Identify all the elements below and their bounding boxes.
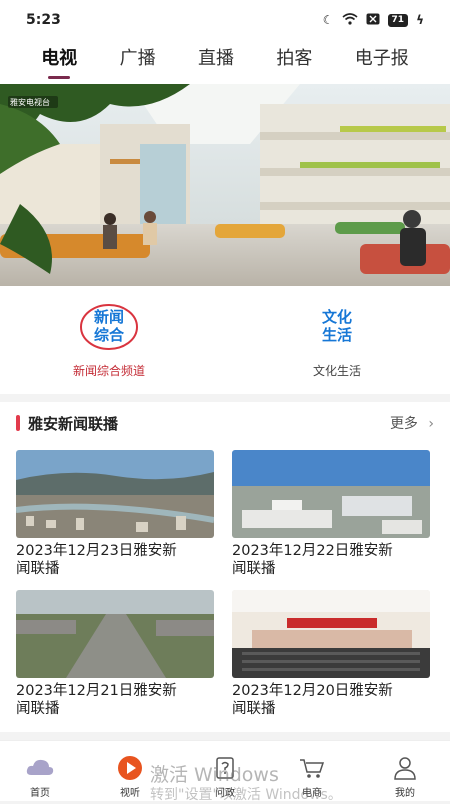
nav-mine-label: 我的 [395,788,415,799]
hero-image [0,84,450,286]
nav-home[interactable]: 首页 [10,755,70,799]
hero-banner[interactable]: 雅安电视台 [0,84,450,286]
channel-panel: 新闻 综合 新闻综合频道 文化 生活 文化生活 [0,286,450,394]
top-tabs: 电视 广播 直播 拍客 电子报 [0,40,450,84]
news-card[interactable]: 2023年12月23日雅安新 闻联播 [16,450,214,578]
watermark-line1: 激活 Windows [150,764,279,786]
news-card-title-line1: 2023年12月21日雅安新 [16,683,177,699]
watermark-line2: 转到"设置"以激活 Windows。 [150,787,342,803]
tab-paike[interactable]: 拍客 [276,40,312,70]
news-card-title-line1: 2023年12月23日雅安新 [16,543,177,559]
cart-icon [297,755,327,781]
play-icon [115,755,145,781]
news-card-title-line2: 闻联播 [232,701,276,717]
news-card-title-line2: 闻联播 [16,701,60,717]
news-card[interactable]: 2023年12月21日雅安新 闻联播 [16,590,214,718]
user-icon [390,755,420,781]
channel-culture[interactable]: 文化 生活 文化生活 [262,302,412,379]
more-label: 更多 [389,416,418,432]
status-bar: 5:23 ☾ 71 ϟ [0,0,450,40]
culture-logo: 文化 生活 [307,302,367,352]
chevron-right-icon: › [428,416,434,432]
news-card-title: 2023年12月21日雅安新 闻联播 [16,682,214,718]
news-card-title-line2: 闻联播 [16,561,60,577]
channel-news-name: 新闻综合频道 [72,364,145,378]
news-card-title-line2: 闻联播 [232,561,276,577]
tab-epaper[interactable]: 电子报 [355,40,409,70]
channel-culture-name: 文化生活 [312,364,361,378]
culture-logo-line1: 文化 [321,308,352,326]
tab-radio[interactable]: 广播 [120,40,156,70]
news-logo-line2: 综合 [93,326,124,344]
news-section: 雅安新闻联播 更多 › 2023年12月23日雅安新 闻联播 2023年12月2… [0,402,450,732]
hero-badge: 雅安电视台 [10,98,50,107]
news-thumbnail [16,590,214,678]
status-time: 5:23 [26,12,61,28]
cloud-icon [25,755,55,781]
news-card[interactable]: 2023年12月20日雅安新 闻联播 [232,590,430,718]
news-thumbnail [232,450,430,538]
charging-icon: ϟ [416,13,424,27]
news-logo-line1: 新闻 [93,308,124,326]
news-card-title: 2023年12月22日雅安新 闻联播 [232,542,430,578]
battery-icon: 71 [387,13,409,27]
news-thumbnail [16,450,214,538]
news-card-title-line1: 2023年12月20日雅安新 [232,683,393,699]
culture-logo-line2: 生活 [321,326,352,344]
nav-home-label: 首页 [30,788,50,799]
news-card[interactable]: 2023年12月22日雅安新 闻联播 [232,450,430,578]
news-logo: 新闻 综合 [79,302,139,352]
nav-media-label: 视听 [120,788,140,799]
news-card-title: 2023年12月23日雅安新 闻联播 [16,542,214,578]
tab-live[interactable]: 直播 [198,40,234,70]
section-title: 雅安新闻联播 [16,413,118,434]
more-link[interactable]: 更多 › [390,413,434,433]
section-accent [16,415,20,431]
news-card-title-line1: 2023年12月22日雅安新 [232,543,393,559]
wifi-icon [342,12,358,28]
tab-tv[interactable]: 电视 [41,40,77,70]
news-thumbnail [232,590,430,678]
news-card-title: 2023年12月20日雅安新 闻联播 [232,682,430,718]
nav-mine[interactable]: 我的 [375,755,435,799]
status-icons: ☾ 71 ϟ [322,12,424,28]
channel-news[interactable]: 新闻 综合 新闻综合频道 [34,302,184,379]
moon-icon: ☾ [322,13,334,27]
sim-icon [366,13,380,28]
section-header: 雅安新闻联播 更多 › [16,412,434,434]
section-title-text: 雅安新闻联播 [28,414,119,433]
